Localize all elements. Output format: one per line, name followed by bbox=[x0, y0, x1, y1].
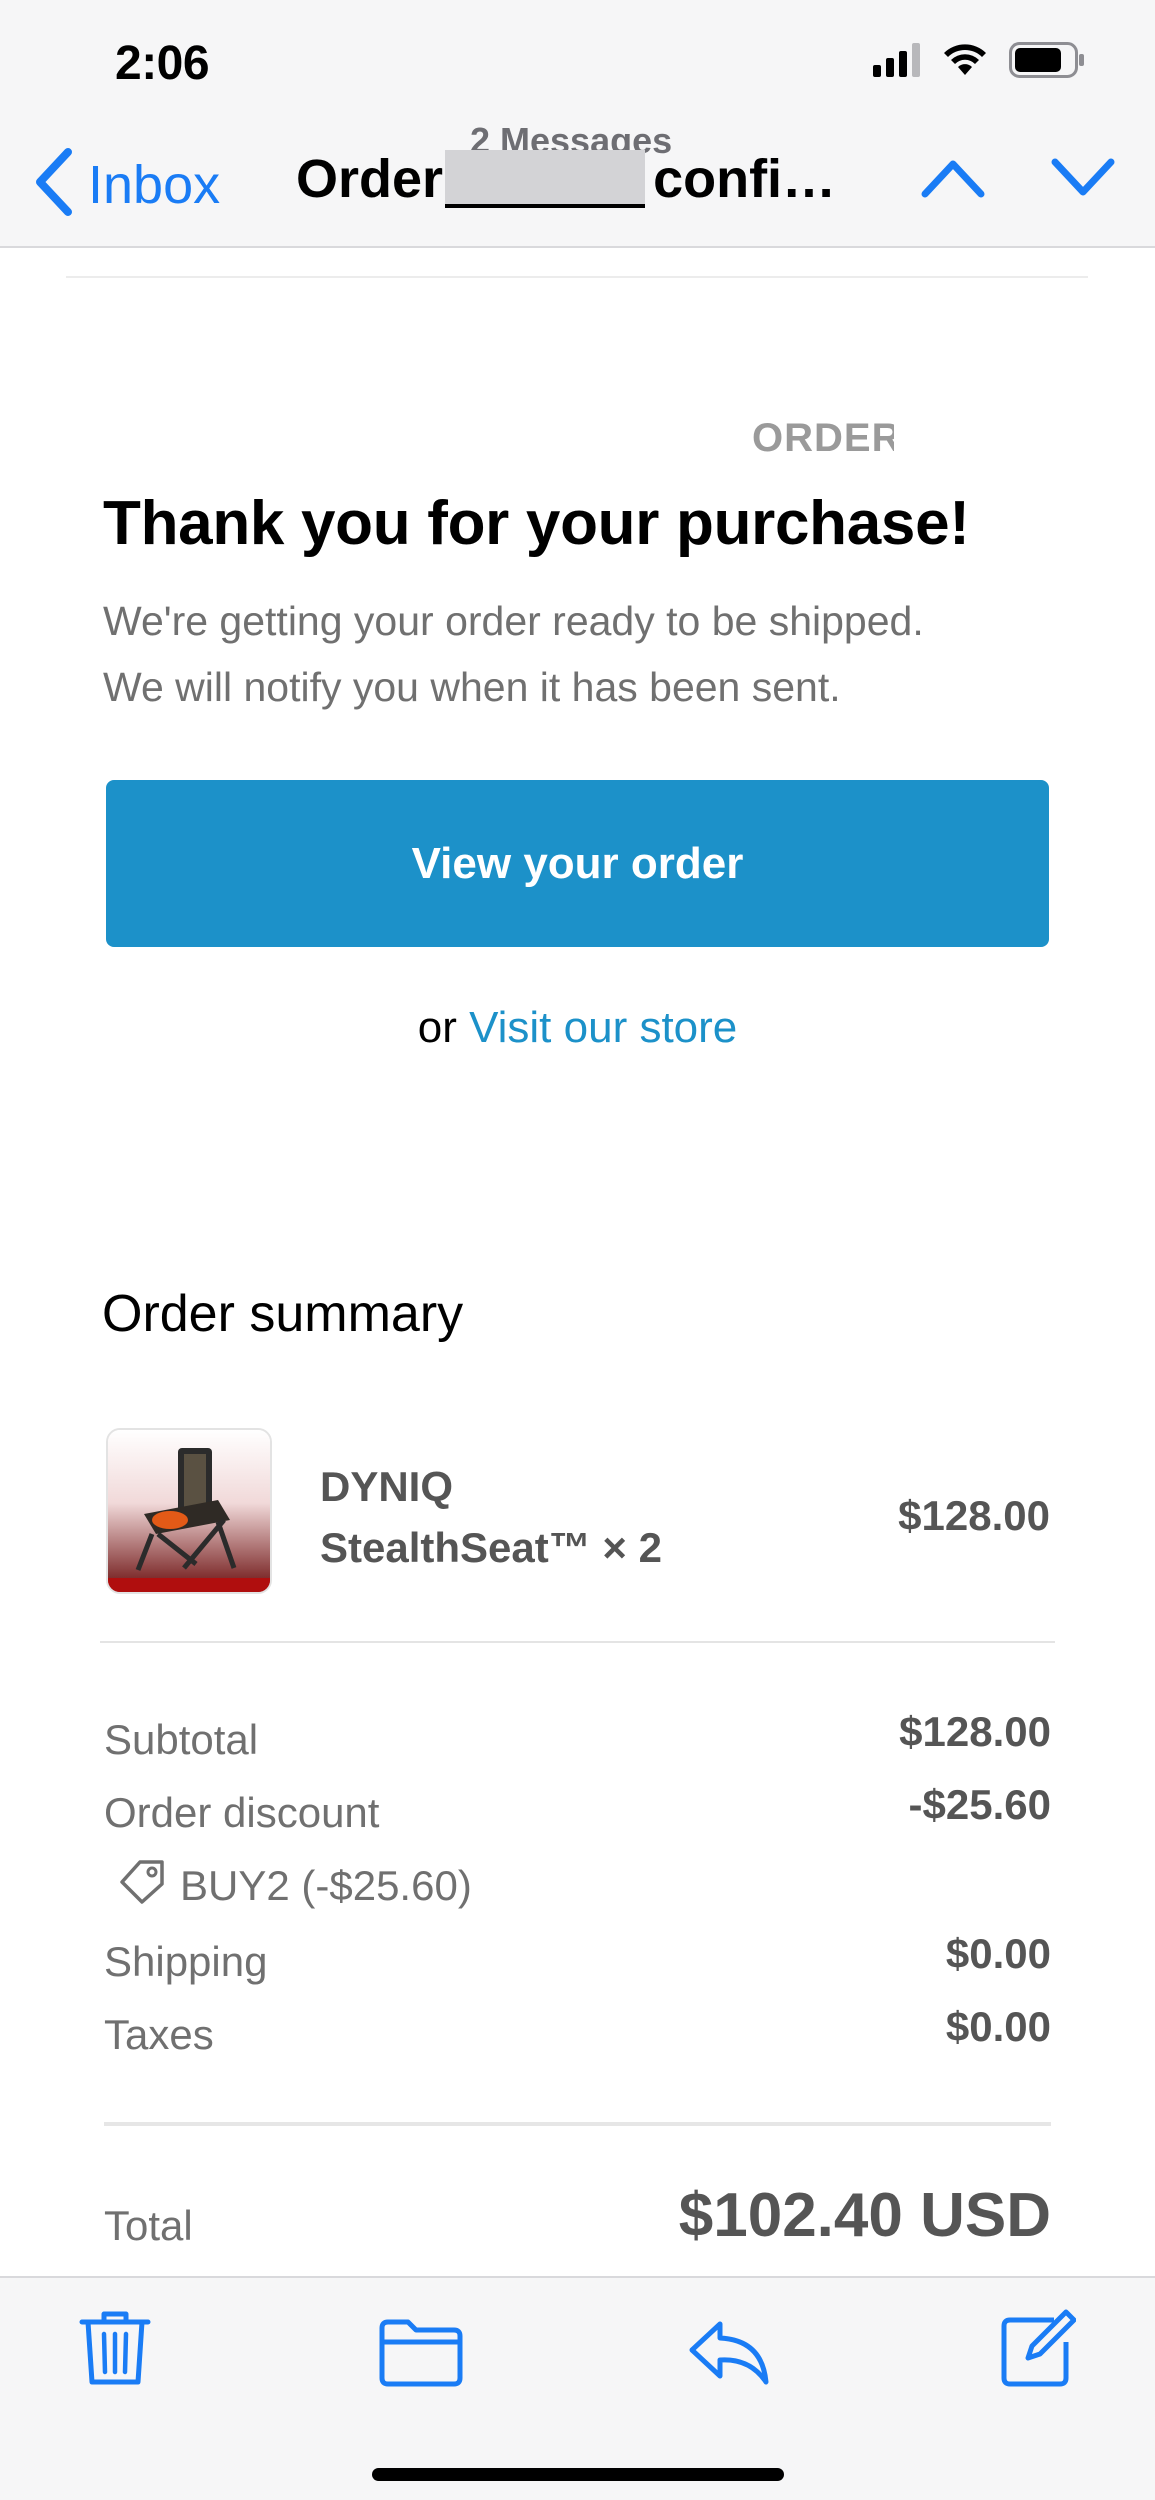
total-row: Total $102.40 USD bbox=[104, 2180, 1051, 2270]
trash-icon[interactable] bbox=[78, 2308, 152, 2393]
reply-icon[interactable] bbox=[688, 2318, 770, 2393]
subtotal-value: $128.00 bbox=[899, 1708, 1051, 1755]
chevron-left-icon bbox=[34, 148, 74, 221]
chevron-up-icon[interactable] bbox=[921, 156, 985, 205]
product-name: DYNIQ StealthSeat™ × 2 bbox=[320, 1456, 800, 1578]
home-indicator bbox=[372, 2468, 784, 2481]
total-value: $102.40 USD bbox=[678, 2181, 1051, 2250]
taxes-value: $0.00 bbox=[945, 2003, 1051, 2050]
status-time: 2:06 bbox=[115, 37, 210, 90]
thank-you-heading: Thank you for your purchase! bbox=[103, 489, 970, 558]
discount-value: -$25.60 bbox=[908, 1781, 1051, 1828]
view-order-button[interactable]: View your order bbox=[106, 780, 1049, 947]
subtotal-label: Subtotal bbox=[104, 1716, 259, 1763]
shipping-value: $0.00 bbox=[945, 1930, 1051, 1977]
status-icons bbox=[873, 42, 1085, 83]
message-line-1: We're getting your order ready to be shi… bbox=[103, 598, 924, 644]
message-navigation bbox=[921, 156, 1115, 205]
subject-end: confi… bbox=[653, 149, 837, 209]
thank-you-message: We're getting your order ready to be shi… bbox=[103, 588, 1063, 720]
subject-start: Order bbox=[296, 149, 444, 209]
nav-bar: Inbox 2 Messages Order confi… bbox=[0, 120, 1155, 240]
compose-icon[interactable] bbox=[998, 2308, 1077, 2393]
visit-store-line: or Visit our store bbox=[0, 1003, 1155, 1053]
discount-code: BUY2 (-$25.60) bbox=[118, 1858, 472, 1914]
visit-store-link[interactable]: Visit our store bbox=[469, 1003, 737, 1052]
total-label: Total bbox=[104, 2202, 193, 2249]
product-image[interactable] bbox=[106, 1428, 272, 1594]
wifi-icon bbox=[943, 43, 987, 82]
back-label: Inbox bbox=[88, 154, 221, 215]
product-price: $128.00 bbox=[898, 1492, 1050, 1539]
order-item: DYNIQ StealthSeat™ × 2 $128.00 bbox=[106, 1428, 1050, 1598]
mail-screen: 2:06 Inbox 2 Messages Order confi… ORDER… bbox=[0, 0, 1155, 2500]
message-line-2: We will notify you when it has been sent… bbox=[103, 664, 841, 710]
top-divider bbox=[66, 276, 1088, 278]
discount-row: Order discount -$25.60 bbox=[104, 1781, 1051, 1841]
store-prefix: or bbox=[417, 1003, 470, 1052]
product-title-qty: StealthSeat™ × 2 bbox=[320, 1524, 662, 1571]
tag-icon bbox=[118, 1858, 168, 1914]
discount-code-row: BUY2 (-$25.60) bbox=[104, 1858, 1051, 1918]
taxes-row: Taxes $0.00 bbox=[104, 2003, 1051, 2063]
battery-icon bbox=[1009, 42, 1085, 83]
email-subject: Order confi… bbox=[296, 148, 836, 210]
shipping-row: Shipping $0.00 bbox=[104, 1930, 1051, 1990]
subtotal-row: Subtotal $128.00 bbox=[104, 1708, 1051, 1768]
items-divider bbox=[100, 1641, 1055, 1643]
discount-code-text: BUY2 (-$25.60) bbox=[180, 1862, 472, 1909]
folder-icon[interactable] bbox=[378, 2318, 464, 2393]
chevron-down-icon[interactable] bbox=[1051, 156, 1115, 205]
back-to-inbox-button[interactable]: Inbox bbox=[34, 148, 220, 221]
redacted-order-number bbox=[445, 150, 646, 208]
totals-divider bbox=[104, 2122, 1051, 2126]
shipping-label: Shipping bbox=[104, 1938, 268, 1985]
discount-label: Order discount bbox=[104, 1789, 380, 1836]
cellular-signal-icon bbox=[873, 43, 921, 82]
bottom-toolbar bbox=[0, 2276, 1155, 2500]
order-summary-heading: Order summary bbox=[102, 1285, 464, 1343]
order-label: ORDER bbox=[752, 416, 894, 460]
top-navigation: 2:06 Inbox 2 Messages Order confi… bbox=[0, 0, 1155, 248]
taxes-label: Taxes bbox=[104, 2011, 214, 2058]
product-brand: DYNIQ bbox=[320, 1463, 454, 1510]
